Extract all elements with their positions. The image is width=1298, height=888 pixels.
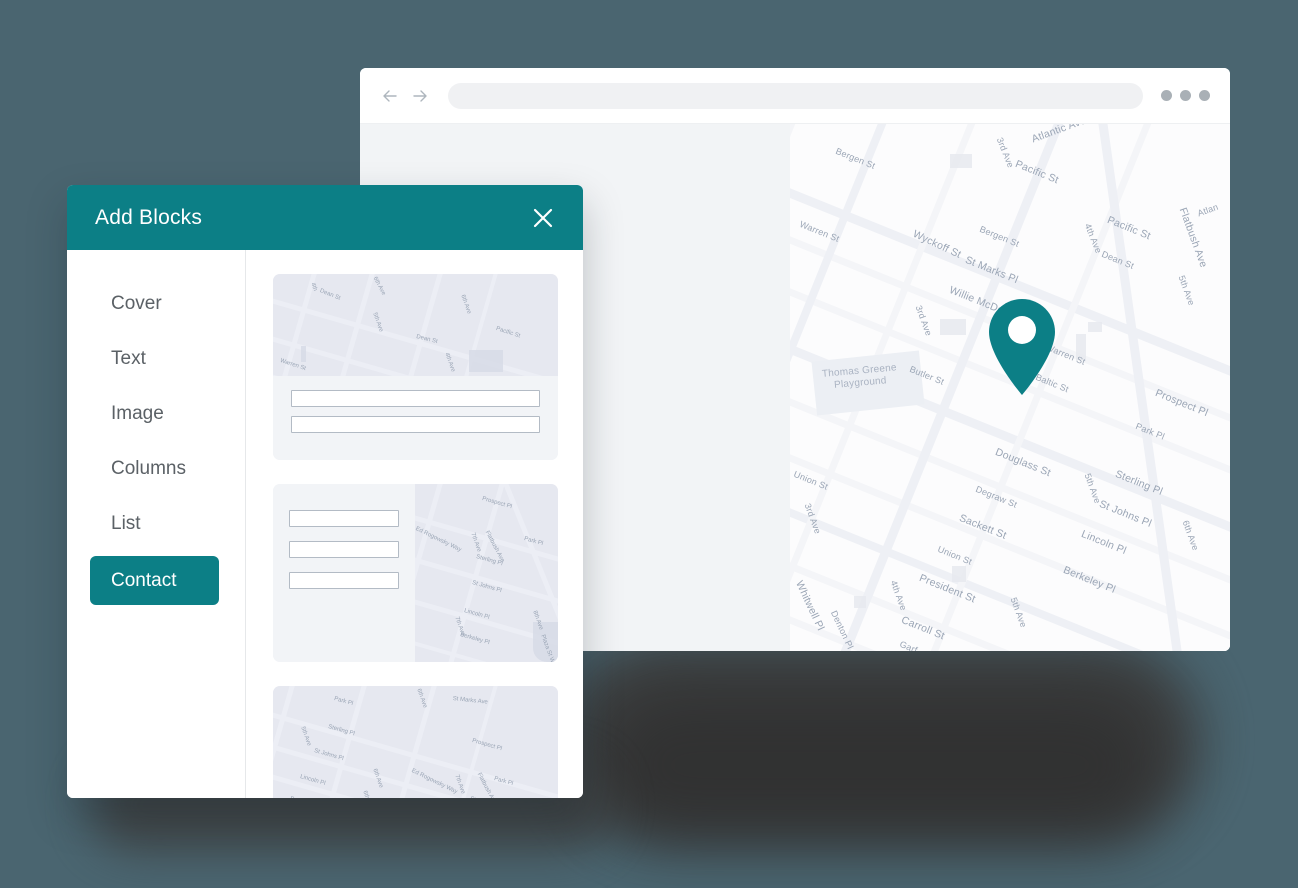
card-map-label: St Marks Ave: [452, 696, 489, 706]
card-map-label: 6th Ave: [361, 790, 373, 798]
map-panel[interactable]: Bergen St Atlantic Ave 3rd Ave Pacific St Wa…: [790, 124, 1230, 651]
sidebar-item-text[interactable]: Text: [67, 336, 245, 382]
sidebar-item-label: Image: [111, 403, 164, 424]
close-icon[interactable]: [528, 203, 558, 233]
card-map-label: Berkel: [289, 796, 307, 798]
card-map-label: Park Pl: [493, 776, 514, 788]
sidebar-item-image[interactable]: Image: [67, 391, 245, 437]
card3-map-preview: Park Pl 6th Ave St Marks Ave 5th Ave Sterlin…: [273, 686, 558, 798]
block-gallery[interactable]: 4th Dean St 6th Ave 5th Ave 6th Ave Pacific S…: [246, 250, 583, 798]
sidebar-item-label: Columns: [111, 458, 186, 479]
card1-form-fields: [273, 376, 558, 460]
card-map-label: 5th Ave: [299, 726, 312, 747]
arrow-right-icon[interactable]: [410, 86, 430, 106]
block-card-contact-map-above-form[interactable]: 4th Dean St 6th Ave 5th Ave 6th Ave Pacific S…: [273, 274, 558, 460]
card-map-label: 6th Ave: [415, 688, 428, 709]
card-map-label: 6th Ave: [459, 294, 472, 315]
modal-title: Add Blocks: [95, 205, 203, 229]
card-map-label: 6th Ave: [371, 276, 387, 297]
window-dot-3: [1199, 90, 1210, 101]
sidebar-item-columns[interactable]: Columns: [67, 446, 245, 492]
browser-toolbar: [360, 68, 1230, 124]
card1-map-preview: 4th Dean St 6th Ave 5th Ave 6th Ave Pacific S…: [273, 274, 558, 376]
window-menu-dots[interactable]: [1161, 90, 1210, 101]
url-input[interactable]: [448, 82, 1143, 109]
map-pin-icon[interactable]: [989, 299, 1055, 395]
window-dot-2: [1180, 90, 1191, 101]
card-map-label: Dean St: [318, 288, 342, 302]
card-map-label: Berkeley Pl: [459, 632, 491, 647]
card1-field-1[interactable]: [291, 390, 540, 407]
card2-field-2[interactable]: [289, 541, 399, 558]
add-blocks-modal: Add Blocks Cover Text Image Columns List Cont…: [67, 185, 583, 798]
sidebar-item-label: List: [111, 513, 141, 534]
sidebar-item-label: Contact: [111, 569, 177, 591]
browser-nav-arrows: [380, 86, 430, 106]
card2-field-1[interactable]: [289, 510, 399, 527]
arrow-left-icon[interactable]: [380, 86, 400, 106]
browser-drop-shadow-inner: [600, 690, 1160, 840]
sidebar-item-list[interactable]: List: [67, 501, 245, 547]
block-card-contact-form-left-map-right[interactable]: Prospect Pl Ed Rogowsky Way 7th Ave Flatbus…: [273, 484, 558, 662]
modal-body: Cover Text Image Columns List Contact 4th Dean…: [67, 250, 583, 798]
sidebar-item-contact[interactable]: Contact: [90, 556, 219, 605]
card2-form-fields: [273, 484, 415, 662]
modal-header: Add Blocks: [67, 185, 583, 250]
block-card-contact-map-full[interactable]: Park Pl 6th Ave St Marks Ave 5th Ave Sterlin…: [273, 686, 558, 798]
sidebar-item-label: Text: [111, 348, 146, 369]
card2-map-preview: Prospect Pl Ed Rogowsky Way 7th Ave Flatbus…: [415, 484, 558, 662]
window-dot-1: [1161, 90, 1172, 101]
card1-field-2[interactable]: [291, 416, 540, 433]
card-map-label: Park Pl: [333, 696, 354, 708]
card2-field-3[interactable]: [289, 572, 399, 589]
sidebar-item-label: Cover: [111, 293, 162, 314]
sidebar-item-cover[interactable]: Cover: [67, 281, 245, 327]
card-map-label: Pacific St: [495, 326, 521, 340]
modal-sidebar: Cover Text Image Columns List Contact: [67, 250, 246, 798]
